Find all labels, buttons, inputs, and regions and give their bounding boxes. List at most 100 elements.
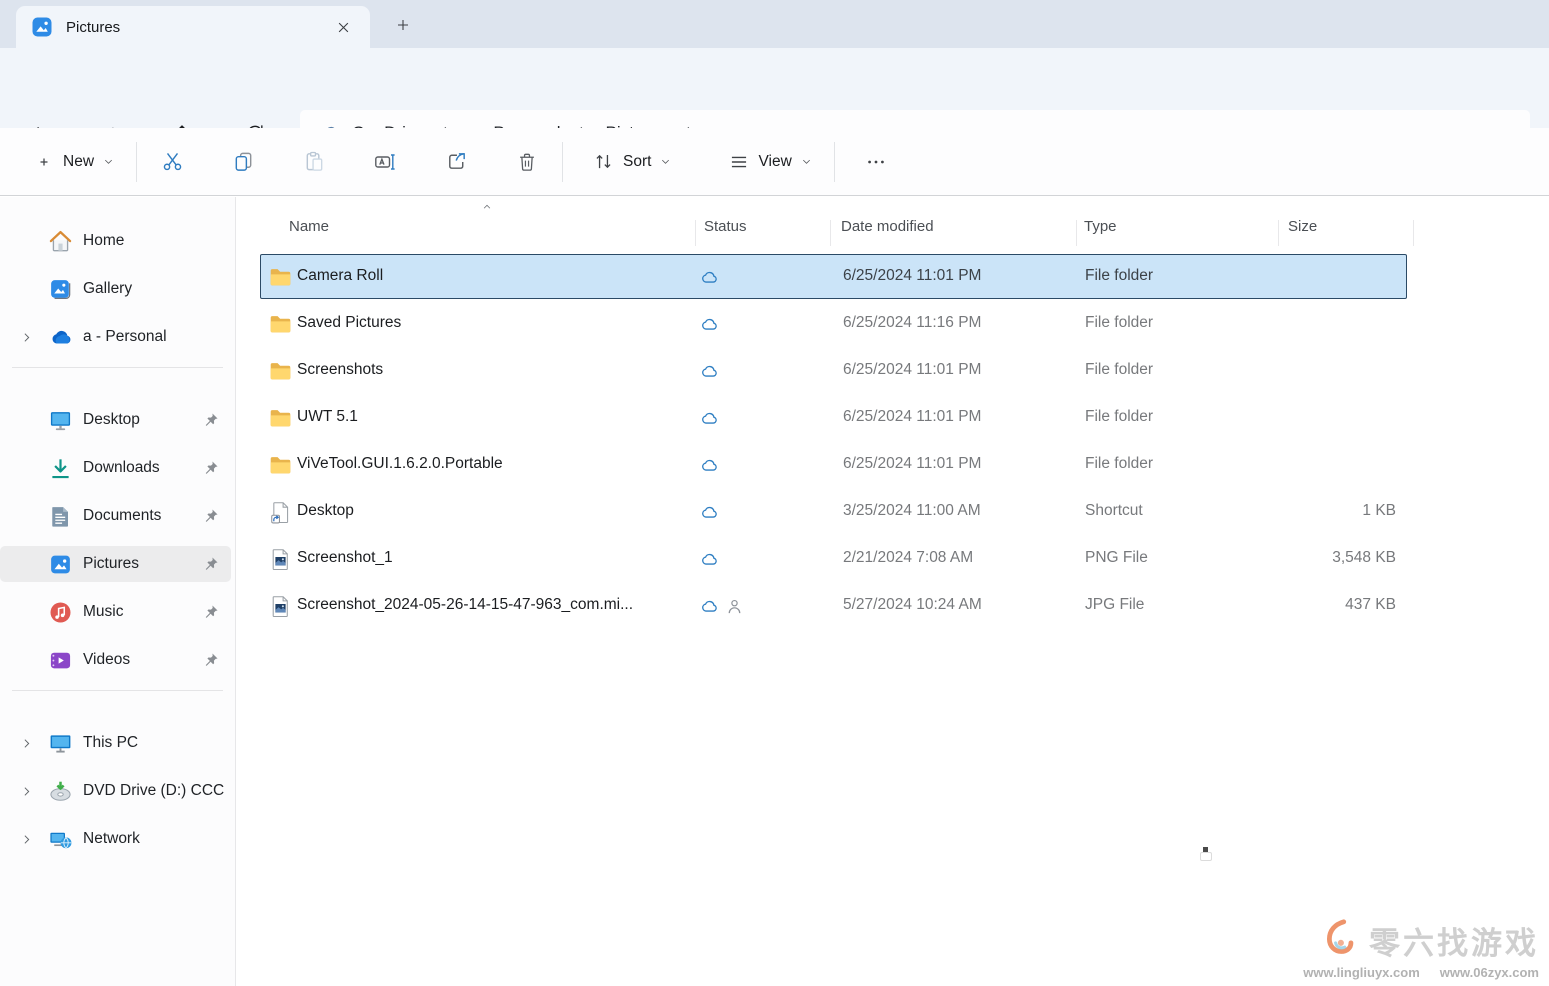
sidebar-item-label: DVD Drive (D:) CCC bbox=[83, 782, 224, 800]
sidebar-item-label: Documents bbox=[83, 507, 161, 525]
home-icon bbox=[48, 229, 73, 254]
toolbar-divider bbox=[562, 142, 563, 182]
table-row[interactable]: UWT 5.16/25/2024 11:01 PMFile folder bbox=[260, 395, 1407, 440]
ellipsis-icon bbox=[865, 151, 887, 173]
column-separator[interactable] bbox=[830, 220, 831, 246]
view-button[interactable]: View bbox=[717, 140, 823, 184]
chevron-right-icon[interactable] bbox=[12, 832, 40, 846]
file-status bbox=[699, 266, 753, 288]
sidebar-item-label: Videos bbox=[83, 651, 130, 669]
image-file-icon bbox=[268, 547, 293, 572]
sidebar-item-label: Gallery bbox=[83, 280, 132, 298]
sidebar-item-label: Network bbox=[83, 830, 140, 848]
sidebar-item-home[interactable]: Home bbox=[0, 223, 231, 259]
sidebar-item-label: This PC bbox=[83, 734, 138, 752]
column-separator[interactable] bbox=[1413, 220, 1414, 246]
folder-icon bbox=[268, 359, 293, 384]
watermark-logo-icon bbox=[1315, 917, 1361, 963]
table-row[interactable]: Desktop3/25/2024 11:00 AMShortcut1 KB bbox=[260, 489, 1407, 534]
column-header-name[interactable]: Name bbox=[289, 218, 329, 235]
pin-icon bbox=[203, 604, 219, 620]
file-status bbox=[699, 595, 753, 617]
tab-close-button[interactable] bbox=[328, 12, 358, 42]
pin-icon bbox=[203, 508, 219, 524]
cut-button[interactable] bbox=[147, 140, 197, 184]
file-name: Screenshots bbox=[297, 361, 383, 379]
sidebar-item-dvd-drive-d-ccc[interactable]: DVD Drive (D:) CCC bbox=[0, 773, 231, 809]
table-row[interactable]: Screenshots6/25/2024 11:01 PMFile folder bbox=[260, 348, 1407, 393]
pictures-tab-icon bbox=[30, 15, 54, 39]
tab-title: Pictures bbox=[66, 19, 328, 36]
file-status bbox=[699, 454, 753, 476]
sidebar-item-downloads[interactable]: Downloads bbox=[0, 450, 231, 486]
file-type: File folder bbox=[1085, 314, 1153, 332]
column-header-status[interactable]: Status bbox=[704, 218, 747, 235]
cut-icon bbox=[161, 150, 184, 173]
file-date-modified: 6/25/2024 11:16 PM bbox=[843, 314, 981, 332]
new-button[interactable]: New bbox=[22, 140, 126, 184]
toolbar-divider bbox=[136, 142, 137, 182]
sidebar-item-music[interactable]: Music bbox=[0, 594, 231, 630]
chevron-right-icon[interactable] bbox=[12, 736, 40, 750]
sidebar-item-a-personal[interactable]: a - Personal bbox=[0, 319, 231, 355]
sidebar-item-this-pc[interactable]: This PC bbox=[0, 725, 231, 761]
tab-bar: Pictures bbox=[0, 0, 1549, 48]
paste-button[interactable] bbox=[289, 140, 339, 184]
copy-button[interactable] bbox=[218, 140, 268, 184]
downloads-icon bbox=[48, 456, 73, 481]
sidebar-divider bbox=[12, 690, 223, 691]
folder-icon bbox=[268, 453, 293, 478]
delete-button[interactable] bbox=[502, 140, 552, 184]
folder-icon bbox=[268, 406, 293, 431]
file-name: ViVeTool.GUI.1.6.2.0.Portable bbox=[297, 455, 503, 473]
onedrive-icon bbox=[48, 325, 73, 350]
share-button[interactable] bbox=[431, 140, 481, 184]
sidebar-item-gallery[interactable]: Gallery bbox=[0, 271, 231, 307]
watermark-url-left: www.lingliuyx.com bbox=[1303, 965, 1420, 980]
file-name: UWT 5.1 bbox=[297, 408, 358, 426]
sidebar-item-label: a - Personal bbox=[83, 328, 167, 346]
cloud-status-icon bbox=[699, 314, 720, 335]
rename-icon bbox=[373, 150, 397, 174]
explorer-tab[interactable]: Pictures bbox=[16, 6, 370, 48]
chevron-down-icon bbox=[660, 156, 671, 167]
new-button-label: New bbox=[63, 153, 94, 171]
table-row[interactable]: ViVeTool.GUI.1.6.2.0.Portable6/25/2024 1… bbox=[260, 442, 1407, 487]
chevron-spacer bbox=[12, 509, 40, 523]
sidebar-item-documents[interactable]: Documents bbox=[0, 498, 231, 534]
new-tab-button[interactable] bbox=[386, 9, 420, 41]
chevron-right-icon[interactable] bbox=[12, 784, 40, 798]
file-date-modified: 6/25/2024 11:01 PM bbox=[843, 361, 981, 379]
more-options-button[interactable] bbox=[851, 140, 901, 184]
person-icon bbox=[724, 596, 745, 617]
cloud-status-icon bbox=[699, 408, 720, 429]
column-header-size[interactable]: Size bbox=[1288, 218, 1317, 235]
watermark-title: 零六找游戏 bbox=[1369, 918, 1539, 963]
copy-icon bbox=[232, 150, 255, 173]
pin-icon bbox=[203, 412, 219, 428]
sidebar-item-network[interactable]: Network bbox=[0, 821, 231, 857]
pin-icon bbox=[203, 556, 219, 572]
sidebar-item-desktop[interactable]: Desktop bbox=[0, 402, 231, 438]
column-header-type[interactable]: Type bbox=[1084, 218, 1117, 235]
chevron-spacer bbox=[12, 605, 40, 619]
column-separator[interactable] bbox=[695, 220, 696, 246]
column-separator[interactable] bbox=[1278, 220, 1279, 246]
watermark: 零六找游戏 www.lingliuyx.com www.06zyx.com bbox=[1303, 917, 1539, 980]
table-row[interactable]: Camera Roll6/25/2024 11:01 PMFile folder bbox=[260, 254, 1407, 299]
file-date-modified: 6/25/2024 11:01 PM bbox=[843, 267, 981, 285]
plus-circle-icon bbox=[34, 152, 54, 172]
table-row[interactable]: Screenshot_2024-05-26-14-15-47-963_com.m… bbox=[260, 583, 1407, 628]
sidebar-item-videos[interactable]: Videos bbox=[0, 642, 231, 678]
sort-button[interactable]: Sort bbox=[581, 140, 683, 184]
file-type: PNG File bbox=[1085, 549, 1148, 567]
column-header-date-modified[interactable]: Date modified bbox=[841, 218, 934, 235]
rename-button[interactable] bbox=[360, 140, 410, 184]
chevron-right-icon[interactable] bbox=[12, 330, 40, 344]
table-row[interactable]: Saved Pictures6/25/2024 11:16 PMFile fol… bbox=[260, 301, 1407, 346]
plus-icon bbox=[395, 17, 411, 33]
watermark-url-right: www.06zyx.com bbox=[1440, 965, 1539, 980]
sidebar-item-pictures[interactable]: Pictures bbox=[0, 546, 231, 582]
table-row[interactable]: Screenshot_12/21/2024 7:08 AMPNG File3,5… bbox=[260, 536, 1407, 581]
column-separator[interactable] bbox=[1076, 220, 1077, 246]
